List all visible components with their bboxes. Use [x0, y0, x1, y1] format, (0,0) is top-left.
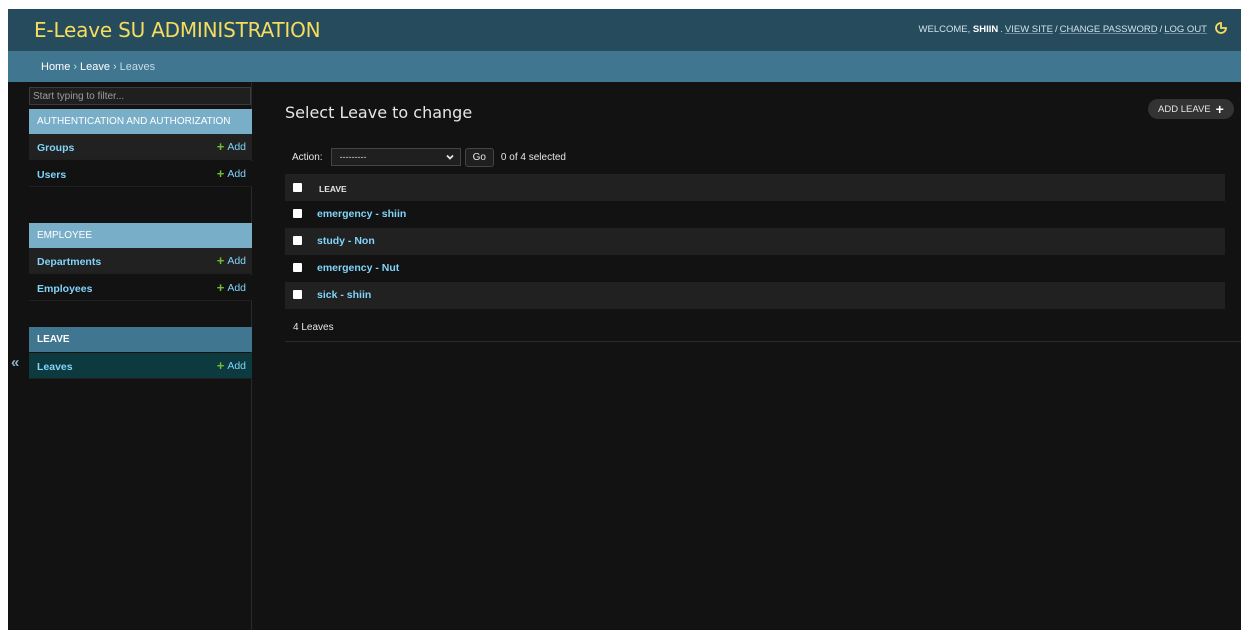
- actions-bar: Action: --------- Go 0 of 4 selected: [292, 147, 566, 167]
- add-leaves-link[interactable]: + Add: [216, 358, 246, 373]
- leave-link[interactable]: emergency - Nut: [317, 262, 399, 274]
- sidebar-item-users-link[interactable]: Users: [37, 169, 66, 181]
- breadcrumb-separator: ›: [73, 61, 78, 73]
- separator: /: [1054, 23, 1058, 35]
- user-tools: WELCOME, SHIIN. VIEW SITE / CHANGE PASSW…: [918, 22, 1227, 35]
- row-checkbox[interactable]: [293, 263, 302, 272]
- welcome-text: WELCOME,: [918, 23, 971, 35]
- site-title[interactable]: E-Leave SU ADMINISTRATION: [34, 18, 321, 42]
- collapse-sidebar-icon[interactable]: «: [11, 354, 19, 371]
- add-label: Add: [227, 168, 246, 180]
- add-label: Add: [227, 360, 246, 372]
- header: E-Leave SU ADMINISTRATION WELCOME, SHIIN…: [8, 9, 1241, 51]
- go-button[interactable]: Go: [464, 147, 494, 167]
- column-header-leave[interactable]: LEAVE: [319, 184, 347, 194]
- sidebar-item-employees-link[interactable]: Employees: [37, 283, 92, 295]
- add-label: Add: [227, 282, 246, 294]
- plus-icon: +: [216, 280, 225, 295]
- log-out-link[interactable]: LOG OUT: [1164, 24, 1207, 35]
- breadcrumb-current: Leaves: [119, 61, 156, 73]
- table-row: emergency - shiin: [285, 201, 1225, 228]
- separator: /: [1159, 23, 1163, 35]
- row-checkbox[interactable]: [293, 209, 302, 218]
- view-site-link[interactable]: VIEW SITE: [1005, 24, 1053, 35]
- plus-icon: +: [216, 253, 225, 268]
- add-users-link[interactable]: + Add: [216, 166, 246, 181]
- select-all-checkbox[interactable]: [293, 183, 302, 192]
- table-row: emergency - Nut: [285, 255, 1225, 282]
- action-select-value: ---------: [339, 152, 367, 162]
- add-leave-button[interactable]: ADD LEAVE +: [1148, 99, 1234, 119]
- half-moon-icon[interactable]: [1215, 22, 1227, 34]
- change-password-link[interactable]: CHANGE PASSWORD: [1060, 24, 1158, 35]
- chevron-down-icon: [445, 152, 455, 162]
- add-label: Add: [227, 141, 246, 153]
- sidebar: AUTHENTICATION AND AUTHORIZATION Groups …: [27, 82, 252, 630]
- add-employees-link[interactable]: + Add: [216, 280, 246, 295]
- nav-toggle-column: «: [8, 82, 27, 630]
- plus-icon: +: [1215, 101, 1224, 117]
- result-table: LEAVE emergency - shiin study - Non emer…: [285, 174, 1225, 309]
- plus-icon: +: [216, 139, 225, 154]
- admin-window: E-Leave SU ADMINISTRATION WELCOME, SHIIN…: [8, 9, 1241, 630]
- sidebar-item-users: Users + Add: [29, 161, 252, 187]
- action-label: Action:: [292, 151, 323, 163]
- row-checkbox[interactable]: [293, 236, 302, 245]
- page-title: Select Leave to change: [285, 103, 473, 122]
- add-leave-label: ADD LEAVE: [1158, 103, 1211, 115]
- module-caption-employee[interactable]: EMPLOYEE: [29, 223, 252, 248]
- plus-icon: +: [216, 166, 225, 181]
- result-count: 4 Leaves: [293, 322, 334, 333]
- breadcrumb-home[interactable]: Home: [41, 61, 70, 73]
- add-label: Add: [227, 255, 246, 267]
- sidebar-item-groups: Groups + Add: [29, 134, 252, 160]
- sidebar-filter-input[interactable]: [29, 87, 251, 105]
- sidebar-item-employees: Employees + Add: [29, 275, 252, 301]
- module-caption-leave[interactable]: LEAVE: [29, 327, 252, 352]
- leave-link[interactable]: emergency - shiin: [317, 208, 406, 220]
- paginator: 4 Leaves: [285, 309, 1241, 342]
- table-row: sick - shiin: [285, 282, 1225, 309]
- sidebar-item-departments-link[interactable]: Departments: [37, 256, 101, 268]
- breadcrumb-separator: ›: [113, 61, 117, 73]
- username: SHIIN: [972, 23, 999, 35]
- leave-link[interactable]: study - Non: [317, 235, 375, 247]
- row-checkbox[interactable]: [293, 290, 302, 299]
- selection-counter: 0 of 4 selected: [500, 151, 566, 163]
- sidebar-item-groups-link[interactable]: Groups: [37, 142, 74, 154]
- breadcrumb-leave[interactable]: Leave: [80, 61, 110, 73]
- add-groups-link[interactable]: + Add: [216, 139, 246, 154]
- breadcrumb: Home › Leave › Leaves: [8, 51, 1241, 82]
- sidebar-item-leaves: Leaves + Add: [29, 353, 252, 379]
- plus-icon: +: [216, 358, 225, 373]
- table-row: study - Non: [285, 228, 1225, 255]
- sidebar-item-departments: Departments + Add: [29, 248, 252, 274]
- table-header: LEAVE: [285, 174, 1225, 201]
- action-select[interactable]: ---------: [330, 148, 461, 166]
- module-caption-auth[interactable]: AUTHENTICATION AND AUTHORIZATION: [29, 109, 252, 134]
- add-departments-link[interactable]: + Add: [216, 253, 246, 268]
- sidebar-item-leaves-link[interactable]: Leaves: [37, 361, 73, 373]
- leave-link[interactable]: sick - shiin: [317, 289, 371, 301]
